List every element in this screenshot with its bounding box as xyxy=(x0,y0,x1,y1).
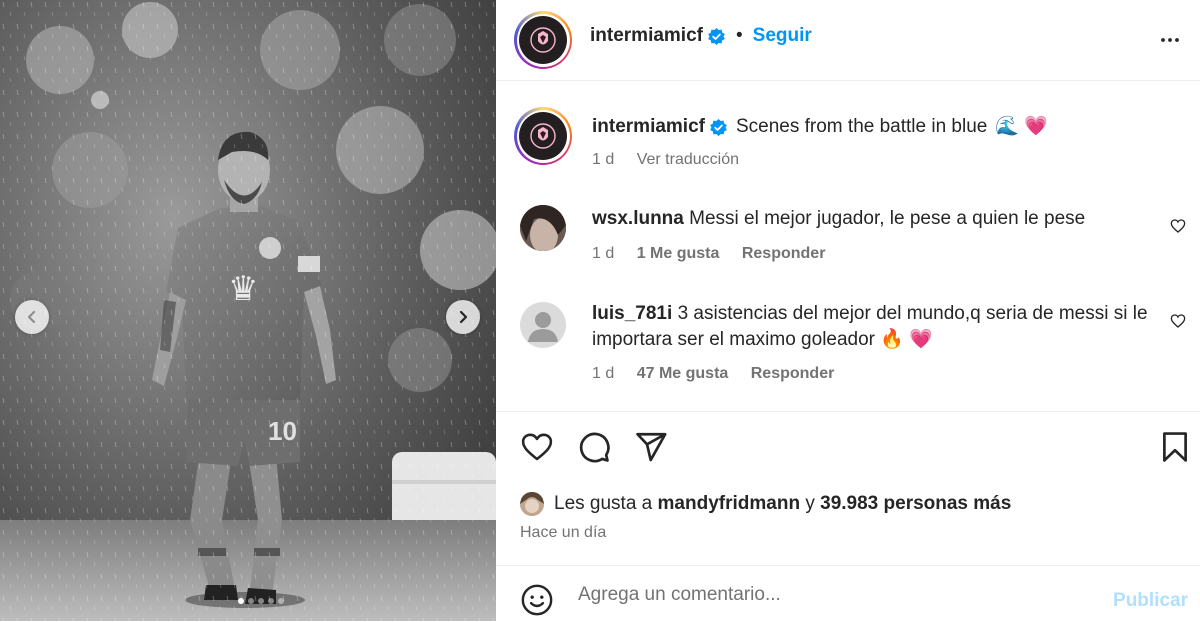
heart-outline-icon xyxy=(1170,219,1186,233)
author-username[interactable]: intermiamicf xyxy=(590,25,703,47)
more-options-button[interactable] xyxy=(1158,28,1182,57)
liker-avatar[interactable] xyxy=(520,492,544,516)
comment-time: 1 d xyxy=(592,245,615,262)
chevron-right-icon xyxy=(459,310,468,324)
verified-badge-icon xyxy=(710,118,727,136)
caption-text: Scenes from the battle in blue xyxy=(735,116,988,137)
author-avatar[interactable] xyxy=(514,11,572,69)
caption-emojis: 🌊 💗 xyxy=(995,116,1048,137)
bookmark-icon xyxy=(1163,432,1187,462)
likes-summary: Les gusta a mandyfridmann y 39.983 perso… xyxy=(520,492,1011,516)
post-media[interactable]: 10 ♛ xyxy=(0,0,496,621)
carousel-next-button[interactable] xyxy=(446,300,480,334)
post-timestamp[interactable]: Hace un día xyxy=(520,524,606,542)
carousel-dot xyxy=(248,598,254,604)
likes-others-link[interactable]: 39.983 personas más xyxy=(820,493,1011,515)
paper-plane-icon xyxy=(636,432,667,462)
commenter-avatar[interactable] xyxy=(520,205,566,251)
heart-outline-icon xyxy=(1170,314,1186,328)
comment-time: 1 d xyxy=(592,365,615,382)
comment-like-button[interactable] xyxy=(1170,313,1186,334)
comment-text: 3 asistencias del mejor del mundo,q seri… xyxy=(592,303,1148,350)
carousel-dot xyxy=(238,598,244,604)
comment-emojis: 🔥 💗 xyxy=(880,329,933,350)
separator-dot: • xyxy=(735,25,743,46)
carousel-dot xyxy=(258,598,264,604)
default-avatar-icon[interactable] xyxy=(520,302,566,348)
likes-joiner: y xyxy=(805,493,815,514)
follow-button[interactable]: Seguir xyxy=(753,25,812,47)
save-button[interactable] xyxy=(1158,430,1192,469)
intermiami-crest-icon xyxy=(519,16,567,64)
reply-button[interactable]: Responder xyxy=(751,365,835,382)
post-header: intermiamicf • Seguir xyxy=(496,0,1200,81)
carousel-dot xyxy=(278,598,284,604)
caption-avatar[interactable] xyxy=(514,107,572,165)
emoji-button[interactable] xyxy=(520,583,554,622)
comment-username[interactable]: wsx.lunna xyxy=(592,208,684,229)
reply-button[interactable]: Responder xyxy=(742,245,826,262)
share-button[interactable] xyxy=(634,430,668,469)
comment-bubble-icon xyxy=(579,432,610,463)
comment-button[interactable] xyxy=(577,430,611,469)
comment-text: Messi el mejor jugador, le pese a quien … xyxy=(689,208,1086,229)
see-translation-link[interactable]: Ver traducción xyxy=(637,151,739,168)
comment-like-button[interactable] xyxy=(1170,218,1186,239)
verified-badge-icon xyxy=(708,27,725,45)
liker-username[interactable]: mandyfridmann xyxy=(658,493,801,515)
profile-photo-thumbnail xyxy=(520,205,566,251)
carousel-indicator xyxy=(238,598,284,604)
chevron-left-icon xyxy=(27,310,36,324)
carousel-dot xyxy=(268,598,274,604)
caption-time: 1 d xyxy=(592,151,615,168)
heart-outline-icon xyxy=(521,433,553,461)
post-photo: 10 ♛ xyxy=(0,0,496,621)
post-details-panel: intermiamicf • Seguir intermiamicf Scene… xyxy=(496,0,1200,621)
like-button[interactable] xyxy=(520,430,554,469)
publish-button[interactable]: Publicar xyxy=(1113,590,1188,612)
comment-composer: Publicar xyxy=(496,565,1200,622)
emoji-smile-icon xyxy=(521,584,553,616)
comment-likes-count[interactable]: 47 Me gusta xyxy=(637,365,729,382)
caption-username[interactable]: intermiamicf xyxy=(592,116,705,138)
likes-prefix: Les gusta a xyxy=(554,493,653,514)
more-horizontal-icon xyxy=(1161,38,1179,42)
divider xyxy=(496,411,1200,412)
comment-username[interactable]: luis_781i xyxy=(592,303,672,324)
carousel-prev-button[interactable] xyxy=(15,300,49,334)
comment-input[interactable] xyxy=(576,580,1100,610)
intermiami-crest-icon xyxy=(519,112,567,160)
comment-likes-count[interactable]: 1 Me gusta xyxy=(637,245,720,262)
